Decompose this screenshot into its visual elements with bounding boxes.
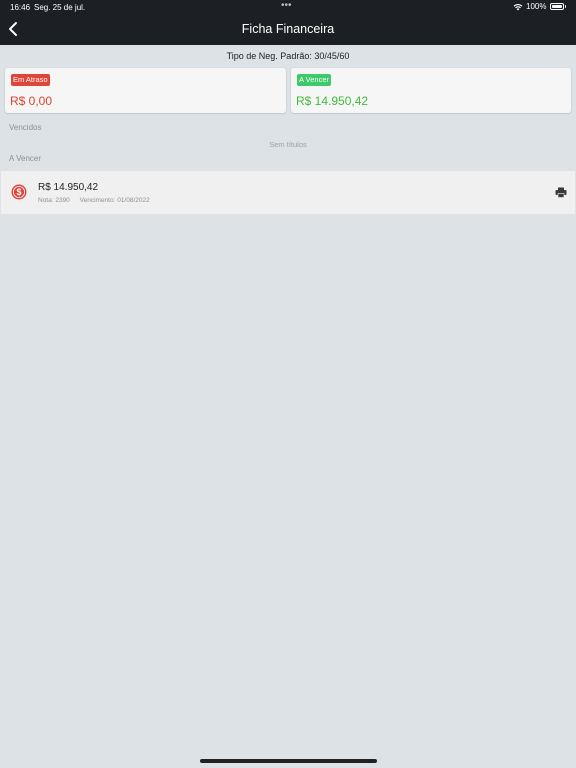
- overdue-amount: R$ 0,00: [10, 94, 53, 108]
- status-date: Seg. 25 de jul.: [34, 3, 86, 12]
- status-time: 16:46: [10, 3, 31, 12]
- wifi-icon: [513, 3, 523, 10]
- status-indicators: 100%: [513, 2, 566, 11]
- home-indicator[interactable]: [200, 759, 377, 763]
- battery-percent: 100%: [526, 2, 547, 11]
- battery-icon: [549, 3, 564, 10]
- page-title: Ficha Financeira: [241, 22, 335, 36]
- dollar-circle-icon: $: [11, 184, 27, 200]
- print-icon[interactable]: [555, 187, 567, 198]
- item-amount: R$ 14.950,42: [38, 182, 99, 193]
- item-meta: Nota: 2390 Vencimento: 01/08/2022: [38, 197, 150, 204]
- negotiation-type: Tipo de Neg. Padrão: 30/45/60: [226, 51, 350, 61]
- upcoming-card[interactable]: A Vencer R$ 14.950,42: [291, 68, 571, 113]
- item-vencimento: Vencimento: 01/08/2022: [79, 197, 150, 204]
- item-nota: Nota: 2390: [38, 197, 70, 204]
- upcoming-badge: A Vencer: [297, 74, 332, 86]
- overdue-badge: Em Atraso: [11, 74, 50, 86]
- empty-state-text: Sem títulos: [269, 140, 307, 149]
- list-item[interactable]: $ R$ 14.950,42 Nota: 2390 Vencimento: 01…: [1, 170, 575, 215]
- multitasking-dots-icon[interactable]: •••: [281, 0, 292, 11]
- svg-text:$: $: [16, 187, 21, 197]
- section-label-vencidos: Vencidos: [9, 123, 42, 132]
- section-label-a-vencer: A Vencer: [9, 154, 42, 163]
- upcoming-amount: R$ 14.950,42: [296, 94, 369, 108]
- top-bar: 16:46 Seg. 25 de jul. ••• 100% Ficha Fin…: [0, 0, 576, 45]
- overdue-card[interactable]: Em Atraso R$ 0,00: [5, 68, 286, 113]
